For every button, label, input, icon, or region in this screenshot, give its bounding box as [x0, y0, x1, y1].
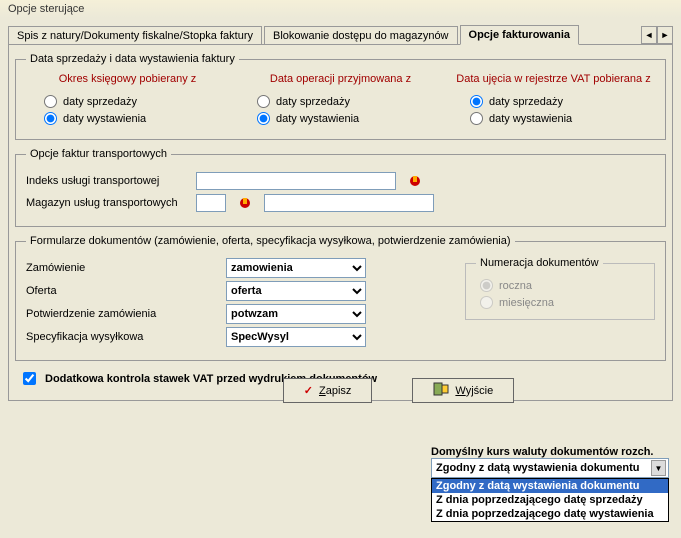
fieldset-transport: Opcje faktur transportowych Indeks usług…	[15, 148, 666, 227]
label-oferta: Oferta	[26, 285, 226, 297]
legend-numeracja: Numeracja dokumentów	[476, 257, 603, 269]
save-button[interactable]: ✓ Zapisz	[283, 378, 373, 403]
lookup-icon[interactable]	[406, 172, 424, 190]
label-specyfikacja: Specyfikacja wysyłkowa	[26, 331, 226, 343]
col-head-operacji: Data operacji przyjmowana z	[239, 73, 442, 85]
radio-vat-sprz[interactable]: daty sprzedaży	[470, 95, 655, 108]
combo-domyslny-kurs[interactable]: Zgodny z datą wystawienia dokumentu ▼	[431, 458, 669, 478]
tab-spis[interactable]: Spis z natury/Dokumenty fiskalne/Stopka …	[8, 26, 262, 45]
fieldset-numeracja: Numeracja dokumentów roczna miesięczna	[465, 257, 655, 320]
tab-opcje-fakturowania[interactable]: Opcje fakturowania	[460, 25, 579, 45]
hand-icon	[238, 196, 252, 210]
legend-formularze: Formularze dokumentów (zamówienie, ofert…	[26, 235, 515, 247]
chevron-down-icon[interactable]: ▼	[651, 460, 666, 476]
select-oferta[interactable]: oferta	[226, 281, 366, 301]
radio-oper-wyst[interactable]: daty wystawienia	[257, 112, 442, 125]
legend-transport: Opcje faktur transportowych	[26, 148, 171, 160]
fieldset-data-sprzedazy: Data sprzedaży i data wystawienia faktur…	[15, 53, 666, 140]
select-potwierdzenie[interactable]: potwzam	[226, 304, 366, 324]
window-title: Opcje sterujące	[0, 0, 681, 18]
tab-scroll-right[interactable]: ►	[657, 26, 673, 44]
legend-data-sprzedazy: Data sprzedaży i data wystawienia faktur…	[26, 53, 239, 65]
input-magazyn-desc[interactable]	[264, 194, 434, 212]
combo-dropdown: Zgodny z datą wystawienia dokumentu Z dn…	[431, 478, 669, 522]
fieldset-formularze: Formularze dokumentów (zamówienie, ofert…	[15, 235, 666, 361]
hand-icon	[408, 174, 422, 188]
save-button-label: Zapisz	[319, 385, 351, 397]
tab-panel: Data sprzedaży i data wystawienia faktur…	[8, 44, 673, 401]
select-zamowienie[interactable]: zamowienia	[226, 258, 366, 278]
exit-button-label: Wyjście	[455, 385, 493, 397]
combo-option-2[interactable]: Z dnia poprzedzającego datę sprzedaży	[432, 493, 668, 507]
tab-blokowanie[interactable]: Blokowanie dostępu do magazynów	[264, 26, 458, 45]
combo-option-3[interactable]: Z dnia poprzedzającego datę wystawienia	[432, 507, 668, 521]
radio-oper-sprz[interactable]: daty sprzedaży	[257, 95, 442, 108]
label-potwierdzenie: Potwierdzenie zamówienia	[26, 308, 226, 320]
radio-vat-wyst[interactable]: daty wystawienia	[470, 112, 655, 125]
radio-roczna: roczna	[480, 279, 644, 292]
exit-button[interactable]: Wyjście	[412, 378, 514, 403]
radio-miesieczna: miesięczna	[480, 296, 644, 309]
label-indeks-uslugi: Indeks usługi transportowej	[26, 175, 186, 187]
input-magazyn-uslug[interactable]	[196, 194, 226, 212]
lookup-icon-2[interactable]	[236, 194, 254, 212]
radio-okres-sprz[interactable]: daty sprzedaży	[44, 95, 229, 108]
check-icon: ✓	[304, 384, 313, 397]
combo-selected-text: Zgodny z datą wystawienia dokumentu	[436, 462, 640, 474]
input-indeks-uslugi[interactable]	[196, 172, 396, 190]
radio-okres-wyst[interactable]: daty wystawienia	[44, 112, 229, 125]
label-zamowienie: Zamówienie	[26, 262, 226, 274]
combo-option-1[interactable]: Zgodny z datą wystawienia dokumentu	[432, 479, 668, 493]
col-head-vat: Data ujęcia w rejestrze VAT pobierana z	[452, 73, 655, 85]
tab-row: Spis z natury/Dokumenty fiskalne/Stopka …	[8, 22, 673, 44]
door-icon	[433, 382, 449, 399]
label-domyslny-kurs: Domyślny kurs waluty dokumentów rozch.	[431, 446, 669, 458]
tab-scroll-left[interactable]: ◄	[641, 26, 657, 44]
label-magazyn-uslug: Magazyn usług transportowych	[26, 197, 186, 209]
select-specyfikacja[interactable]: SpecWysyl	[226, 327, 366, 347]
col-head-okres: Okres księgowy pobierany z	[26, 73, 229, 85]
